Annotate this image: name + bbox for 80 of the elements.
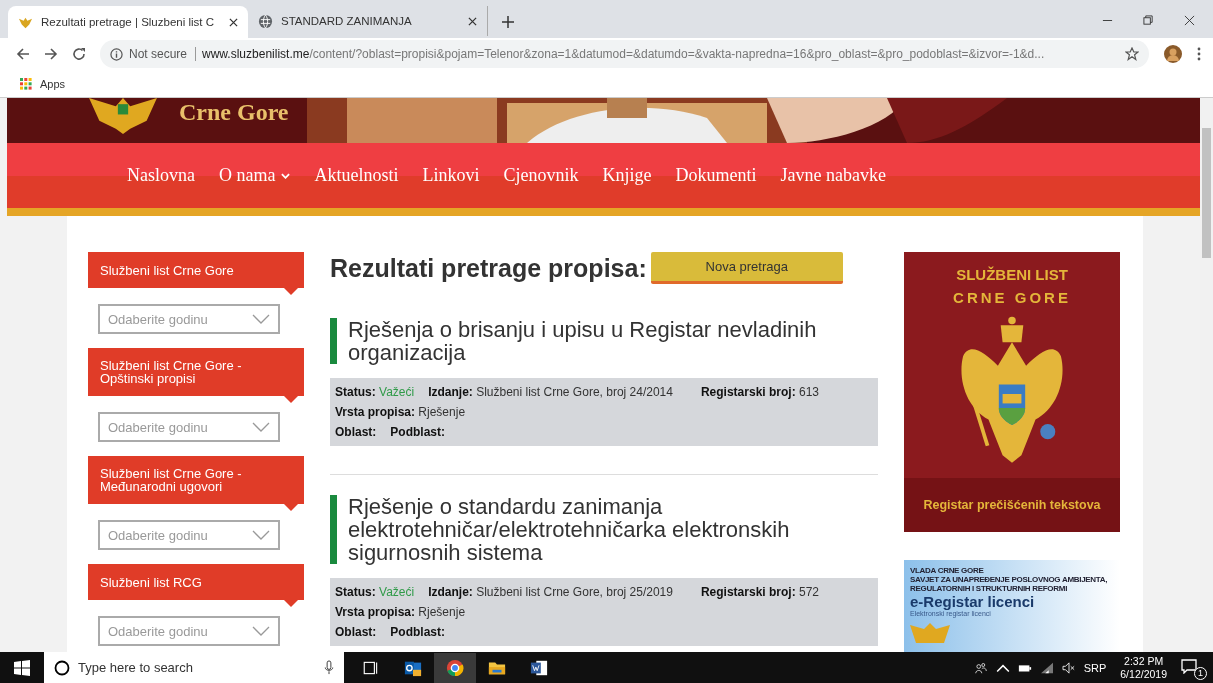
- banner-title: CRNE GORE: [953, 289, 1071, 306]
- year-select[interactable]: Odaberite godinu: [98, 412, 280, 442]
- nav-link[interactable]: Knjige: [602, 165, 652, 186]
- banner-title: SLUŽBENI LIST: [956, 266, 1068, 283]
- bookmark-link[interactable]: Apps: [20, 77, 66, 90]
- area-label: Oblast:: [335, 425, 377, 439]
- close-icon[interactable]: [468, 16, 477, 26]
- taskbar-search-field[interactable]: Type here to search: [44, 652, 344, 683]
- year-select[interactable]: Odaberite godinu: [98, 616, 280, 646]
- browser-tab[interactable]: Rezultati pretrage | Sluzbeni list C: [8, 6, 248, 38]
- security-label: Not secure: [129, 47, 197, 61]
- nav-link[interactable]: Dokumenti: [675, 165, 757, 186]
- info-icon: [110, 47, 123, 61]
- nav-link[interactable]: Naslovna: [127, 165, 195, 186]
- microphone-icon[interactable]: [324, 660, 334, 675]
- more-menu-icon[interactable]: [1197, 47, 1201, 61]
- type-field: Vrsta propisa: Rješenje: [335, 605, 466, 619]
- browser-tab[interactable]: STANDARD ZANIMANJA: [248, 6, 488, 36]
- subarea-label: Podblast:: [390, 425, 445, 439]
- area-label: Oblast:: [335, 625, 377, 639]
- heading-pointer: [284, 396, 298, 403]
- close-icon[interactable]: [1184, 15, 1195, 26]
- nav-link[interactable]: Cjenovnik: [503, 165, 579, 186]
- year-select[interactable]: Odaberite godinu: [98, 520, 280, 550]
- chevron-down-icon: [252, 530, 270, 540]
- nav-link[interactable]: Aktuelnosti: [314, 165, 399, 186]
- clock[interactable]: 2:32 PM 6/12/2019: [1114, 654, 1173, 681]
- forward-icon[interactable]: [44, 47, 58, 61]
- status-field: Status: Važeći: [335, 585, 415, 599]
- edition-field: Izdanje: Službeni list Crne Gore, broj 25/2019: [428, 585, 673, 599]
- banner-title: e-Registar licenci: [910, 593, 1036, 610]
- registry-number-field: Registarski broj: 572: [700, 585, 819, 599]
- tab-title: STANDARD ZANIMANJA: [281, 15, 413, 27]
- new-tab-icon[interactable]: [502, 16, 514, 28]
- heading-pointer: [284, 288, 298, 295]
- star-icon[interactable]: [1125, 47, 1139, 61]
- language-indicator[interactable]: SRP: [1083, 661, 1107, 674]
- nav-link[interactable]: O nama: [219, 165, 291, 186]
- address-bar[interactable]: Not secure www.sluzbenilist.me/content/?oblast=propisi&pojam=Telenor&zona=1&datumod=&datumdo=&vakta-napredna=16&pro_oblast=&pro_podoblast=&izvor=-1&d...: [100, 40, 1149, 68]
- banner-text: SAVJET ZA UNAPREĐENJE POSLOVNOG AMBIJENTA,: [910, 575, 1109, 584]
- type-field: Vrsta propisa: Rješenje: [335, 405, 466, 419]
- search-icon: [54, 659, 70, 676]
- close-icon[interactable]: [229, 17, 238, 27]
- year-select[interactable]: Odaberite godinu: [98, 304, 280, 334]
- subarea-label: Podblast:: [390, 625, 445, 639]
- heading-pointer: [284, 504, 298, 511]
- promo-banner[interactable]: SLUŽBENI LIST CRNE GORE Registar prečišćenih tekstova: [904, 252, 1120, 532]
- chrome-icon[interactable]: [434, 652, 476, 683]
- globe-icon: [258, 13, 273, 29]
- message-icon: [1181, 657, 1197, 674]
- tab-title: Rezultati pretrage | Sluzbeni list C: [41, 16, 215, 28]
- banner-caption: Registar prečišćenih tekstova: [904, 478, 1120, 532]
- notification-count: 1: [1194, 666, 1207, 680]
- speaker-muted-icon[interactable]: [1061, 661, 1076, 674]
- new-search-button[interactable]: Nova pretraga: [650, 252, 843, 284]
- result-title-link[interactable]: Rješenja o brisanju i upisu u Registar nevladinih organizacija: [330, 318, 878, 364]
- registry-number-field: Registarski broj: 613: [700, 385, 819, 399]
- result-title-link[interactable]: Rješenje o standardu zanimanja elektrotehničar/elektrotehničarka elektronskih sigurnosnih sistema: [330, 495, 878, 564]
- chevron-down-icon: [252, 626, 270, 636]
- reload-icon[interactable]: [72, 47, 86, 61]
- back-icon[interactable]: [16, 47, 30, 61]
- avatar-icon[interactable]: [1163, 44, 1183, 64]
- nav-link[interactable]: Javne nabavke: [780, 165, 886, 186]
- chevron-down-icon: [252, 422, 270, 432]
- site-logo-text: Crne Gore: [179, 100, 289, 124]
- status-field: Status: Važeći: [335, 385, 415, 399]
- chevron-down-icon: [281, 172, 291, 179]
- edition-field: Izdanje: Službeni list Crne Gore, broj 24/2014: [428, 385, 673, 399]
- page-heading: Rezultati pretrage propisa:: [330, 253, 647, 283]
- wifi-icon[interactable]: [1039, 661, 1054, 674]
- heading-pointer: [284, 600, 298, 607]
- url-text: www.sluzbenilist.me/content/?oblast=propisi&pojam=Telenor&zona=1&datumod=&datumdo=&vakta-napredna=16&pro_oblast=&pro_podoblast=&izvor=-1&d...: [202, 47, 1046, 61]
- chevron-down-icon: [252, 314, 270, 324]
- notifications-button[interactable]: 1: [1181, 657, 1207, 678]
- banner-text: VLADA CRNE GORE: [910, 566, 985, 575]
- people-icon[interactable]: [973, 661, 988, 674]
- restore-icon[interactable]: [1143, 15, 1154, 26]
- apps-grid-icon: [20, 77, 32, 90]
- nav-link[interactable]: Linkovi: [422, 165, 480, 186]
- banner-text: REGULATORNIH I STRUKTURNIH REFORMI: [910, 584, 1069, 593]
